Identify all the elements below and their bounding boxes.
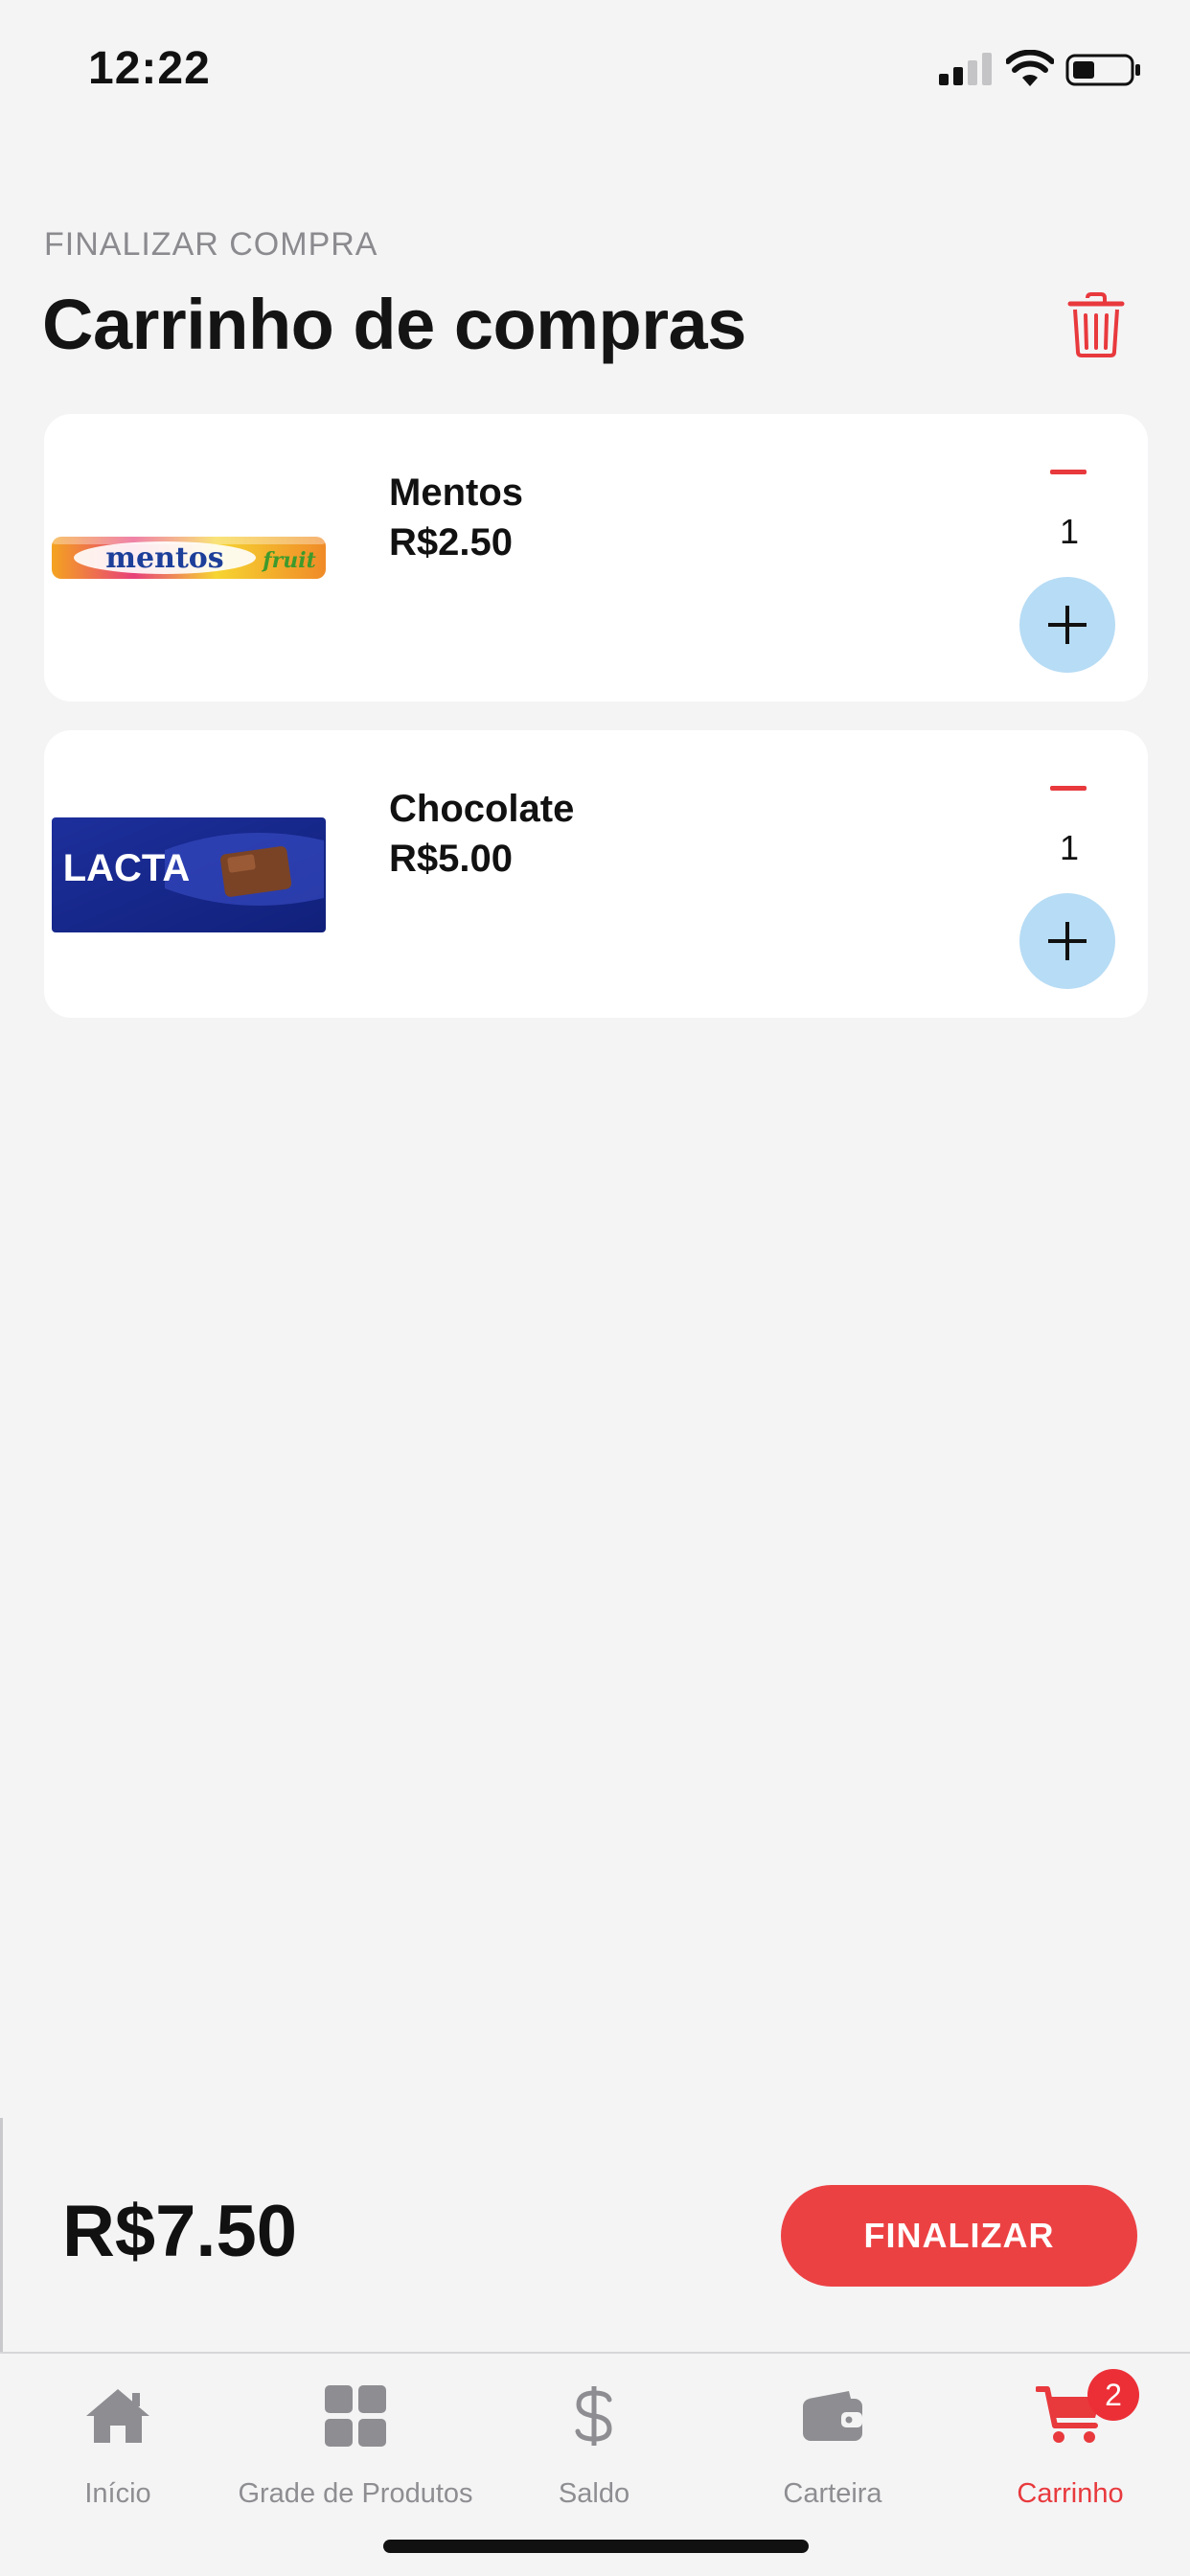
dollar-icon — [575, 2386, 612, 2446]
tab-grade-de-produtos[interactable]: Grade de Produtos — [231, 2373, 480, 2509]
tab-label: Carrinho — [1017, 2478, 1124, 2509]
tab-saldo[interactable]: Saldo — [469, 2373, 719, 2509]
item-name: Chocolate — [389, 788, 575, 830]
status-bar: 12:22 — [0, 0, 1190, 134]
product-image-chocolate: LACTA — [50, 778, 328, 970]
tab-label: Carteira — [783, 2478, 882, 2509]
item-price: R$2.50 — [389, 521, 513, 564]
checkout-footer: R$7.50 FINALIZAR — [0, 2118, 1190, 2352]
item-quantity: 1 — [1059, 828, 1080, 867]
cart-count-badge: 2 — [1087, 2369, 1139, 2421]
plus-icon — [1048, 922, 1087, 960]
home-icon — [86, 2389, 149, 2443]
clear-cart-button[interactable] — [1062, 288, 1131, 362]
product-image-mentos: mentos fruit — [50, 462, 328, 654]
tab-label: Saldo — [558, 2478, 630, 2509]
wifi-icon — [1006, 50, 1054, 86]
trash-icon — [1067, 292, 1125, 357]
tab-label: Grade de Produtos — [238, 2478, 473, 2509]
decrease-quantity-button[interactable] — [1041, 452, 1098, 491]
mentos-logo-text: mentos — [105, 541, 223, 575]
tab-inicio[interactable]: Início — [0, 2373, 242, 2509]
wallet-icon — [803, 2391, 862, 2441]
increase-quantity-button[interactable] — [1019, 893, 1115, 989]
tab-carrinho[interactable]: 2 Carrinho — [946, 2369, 1190, 2509]
page-eyebrow: FINALIZAR COMPRA — [44, 226, 378, 263]
cart-total: R$7.50 — [62, 2191, 298, 2272]
item-price: R$5.00 — [389, 838, 513, 880]
cart-item-chocolate: LACTA Chocolate R$5.00 1 — [44, 730, 1148, 1018]
grid-icon — [325, 2385, 386, 2447]
mentos-sub-text: fruit — [261, 548, 316, 573]
item-quantity: 1 — [1059, 512, 1080, 551]
finalize-button[interactable]: FINALIZAR — [781, 2185, 1137, 2287]
mentos-pack-image: mentos fruit — [52, 537, 326, 579]
lacta-bar-image: LACTA — [52, 817, 326, 932]
decrease-quantity-button[interactable] — [1041, 769, 1098, 807]
item-name: Mentos — [389, 472, 523, 514]
cart-item-mentos: mentos fruit Mentos R$2.50 1 — [44, 414, 1148, 702]
tab-carteira[interactable]: Carteira — [708, 2373, 957, 2509]
status-time: 12:22 — [88, 43, 211, 94]
page-title: Carrinho de compras — [42, 285, 746, 364]
lacta-logo-text: LACTA — [63, 847, 191, 889]
home-indicator — [383, 2540, 809, 2553]
plus-icon — [1048, 606, 1087, 644]
cellular-signal-icon — [939, 53, 992, 85]
tab-label: Início — [84, 2478, 151, 2509]
increase-quantity-button[interactable] — [1019, 577, 1115, 673]
battery-icon — [1065, 54, 1140, 86]
